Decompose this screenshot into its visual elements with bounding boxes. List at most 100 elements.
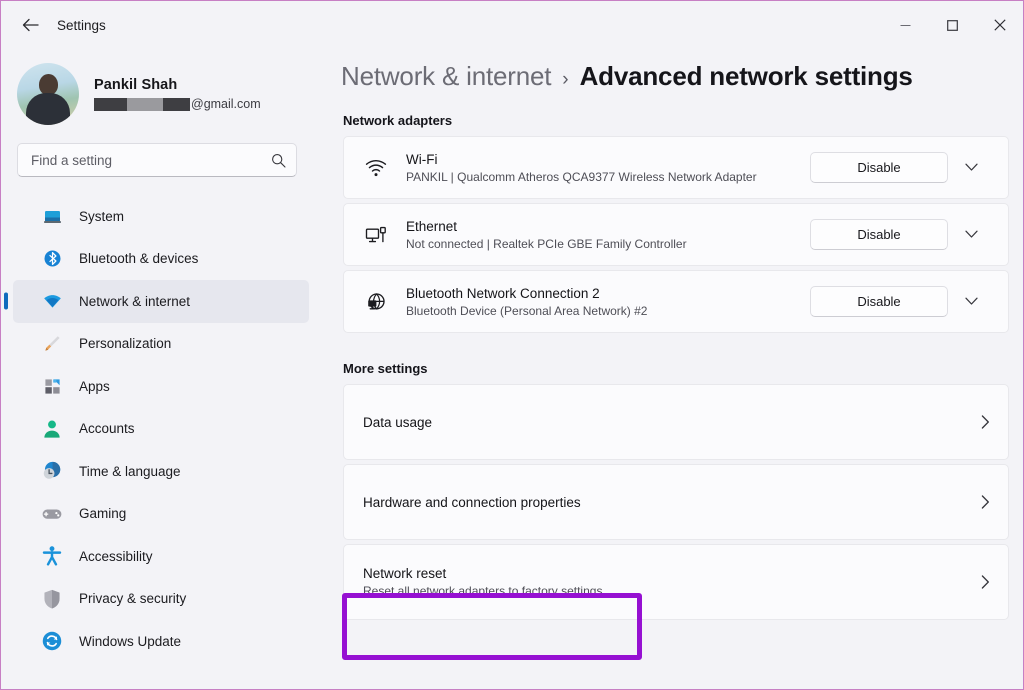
more-setting-row-hardware-connection-properties[interactable]: Hardware and connection properties <box>343 464 1009 540</box>
sidebar-item-system[interactable]: System <box>13 195 309 238</box>
sidebar: Pankil Shah @gmail.com Find a setting Sy… <box>1 49 321 689</box>
sidebar-item-accounts[interactable]: Accounts <box>13 408 309 451</box>
adapter-text: Bluetooth Network Connection 2 Bluetooth… <box>406 286 810 318</box>
sidebar-item-label: Personalization <box>79 336 172 352</box>
search-input[interactable] <box>31 152 271 168</box>
wifi-icon <box>41 290 63 312</box>
sidebar-item-label: Privacy & security <box>79 591 187 607</box>
sidebar-nav: System Bluetooth & devices Network & int… <box>1 195 321 663</box>
chevron-down-icon[interactable] <box>948 163 994 172</box>
more-setting-row-network-reset[interactable]: Network reset Reset all network adapters… <box>343 544 1009 620</box>
sidebar-item-label: Bluetooth & devices <box>79 251 199 267</box>
sidebar-item-gaming[interactable]: Gaming <box>13 493 309 536</box>
title-bar: Settings <box>1 1 1023 49</box>
settings-window: Settings Pankil Shah @gmail.com Find a s… <box>0 0 1024 690</box>
back-button[interactable] <box>13 10 47 40</box>
paintbrush-icon <box>41 333 63 355</box>
adapter-card-wifi[interactable]: Wi-Fi PANKIL | Qualcomm Atheros QCA9377 … <box>343 136 1009 199</box>
adapter-detail: PANKIL | Qualcomm Atheros QCA9377 Wirele… <box>406 169 757 184</box>
sidebar-item-apps[interactable]: Apps <box>13 365 309 408</box>
disable-button[interactable]: Disable <box>810 152 948 183</box>
adapter-detail: Not connected | Realtek PCIe GBE Family … <box>406 236 687 251</box>
sidebar-item-windows-update[interactable]: Windows Update <box>13 620 309 663</box>
sidebar-item-label: Accounts <box>79 421 135 437</box>
bluetooth-icon <box>41 248 63 270</box>
wifi-signal-icon <box>363 158 389 178</box>
person-icon <box>44 420 60 438</box>
sidebar-item-privacy-security[interactable]: Privacy & security <box>13 578 309 621</box>
main-content: Network & internet › Advanced network se… <box>321 49 1023 689</box>
update-arrows-icon <box>42 631 62 651</box>
maximize-icon <box>947 19 958 31</box>
adapter-card-bluetooth-network[interactable]: Bluetooth Network Connection 2 Bluetooth… <box>343 270 1009 333</box>
redacted-email-blocks <box>94 97 190 111</box>
user-profile[interactable]: Pankil Shah @gmail.com <box>1 49 321 137</box>
gamepad-icon <box>42 509 62 519</box>
avatar <box>17 63 79 125</box>
adapter-name: Bluetooth Network Connection 2 <box>406 285 600 301</box>
sidebar-item-personalization[interactable]: Personalization <box>13 323 309 366</box>
more-settings-heading: More settings <box>343 361 428 376</box>
shield-icon <box>44 589 60 609</box>
search-icon <box>271 153 286 168</box>
row-text: Hardware and connection properties <box>363 495 981 510</box>
adapter-text: Wi-Fi PANKIL | Qualcomm Atheros QCA9377 … <box>406 152 810 184</box>
breadcrumb-parent-link[interactable]: Network & internet <box>341 61 551 92</box>
sidebar-item-label: Gaming <box>79 506 127 522</box>
accessibility-icon <box>42 546 62 566</box>
search-container <box>1 137 321 177</box>
close-button[interactable] <box>976 1 1023 49</box>
sidebar-item-accessibility[interactable]: Accessibility <box>13 535 309 578</box>
adapter-detail: Bluetooth Device (Personal Area Network)… <box>406 303 648 318</box>
chevron-right-icon <box>981 575 990 589</box>
back-arrow-icon <box>22 18 39 32</box>
chevron-right-icon <box>981 415 990 429</box>
profile-name: Pankil Shah <box>94 77 178 93</box>
profile-text: Pankil Shah @gmail.com <box>94 77 261 111</box>
sidebar-item-label: Time & language <box>79 463 181 479</box>
maximize-button[interactable] <box>929 1 976 49</box>
more-setting-row-data-usage[interactable]: Data usage <box>343 384 1009 460</box>
sidebar-item-time-language[interactable]: Time & language <box>13 450 309 493</box>
disable-button[interactable]: Disable <box>810 286 948 317</box>
display-icon <box>41 205 63 227</box>
breadcrumb: Network & internet › Advanced network se… <box>321 49 1023 92</box>
row-title: Network reset <box>363 566 447 581</box>
profile-email-domain: @gmail.com <box>191 97 261 111</box>
chevron-down-icon[interactable] <box>948 297 994 306</box>
row-text: Network reset Reset all network adapters… <box>363 566 981 598</box>
window-controls <box>882 1 1023 49</box>
sidebar-item-label: Apps <box>79 378 110 394</box>
row-title: Hardware and connection properties <box>363 494 581 510</box>
row-subtitle: Reset all network adapters to factory se… <box>363 584 603 598</box>
minimize-icon <box>900 24 911 26</box>
window-title: Settings <box>57 17 106 33</box>
row-text: Data usage <box>363 415 981 430</box>
chevron-right-icon <box>981 495 990 509</box>
breadcrumb-separator-icon: › <box>562 69 569 90</box>
profile-email: @gmail.com <box>94 97 261 111</box>
adapter-card-ethernet[interactable]: Ethernet Not connected | Realtek PCIe GB… <box>343 203 1009 266</box>
row-title: Data usage <box>363 414 433 430</box>
avatar-head <box>39 73 58 95</box>
adapter-name: Wi-Fi <box>406 151 438 167</box>
close-icon <box>993 19 1006 31</box>
sidebar-item-label: Accessibility <box>79 548 153 564</box>
sidebar-item-label: Windows Update <box>79 633 182 649</box>
sidebar-item-label: System <box>79 208 125 224</box>
network-adapters-heading: Network adapters <box>343 113 453 128</box>
clock-icon <box>43 462 61 480</box>
page-title: Advanced network settings <box>579 61 913 91</box>
apps-grid-icon <box>41 375 63 397</box>
globe-network-icon <box>363 292 389 312</box>
sidebar-item-bluetooth-devices[interactable]: Bluetooth & devices <box>13 238 309 281</box>
disable-button[interactable]: Disable <box>810 219 948 250</box>
search-box[interactable] <box>17 143 297 177</box>
adapter-text: Ethernet Not connected | Realtek PCIe GB… <box>406 219 810 251</box>
avatar-body <box>26 93 70 125</box>
minimize-button[interactable] <box>882 1 929 49</box>
ethernet-icon <box>363 225 389 245</box>
sidebar-item-network-internet[interactable]: Network & internet <box>13 280 309 323</box>
chevron-down-icon[interactable] <box>948 230 994 239</box>
adapter-name: Ethernet <box>406 218 458 234</box>
